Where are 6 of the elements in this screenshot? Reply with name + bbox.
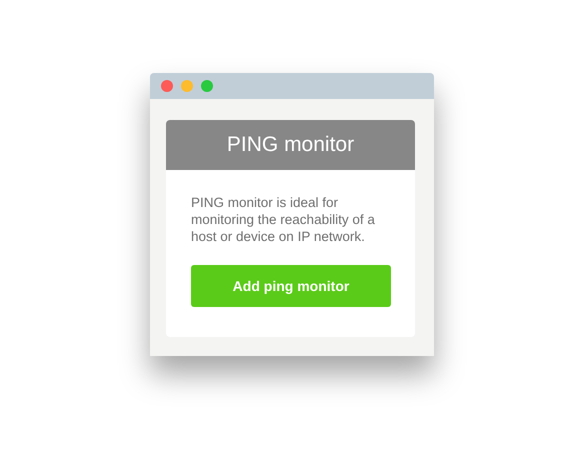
minimize-button[interactable] [181, 80, 193, 92]
description-text: PING monitor is ideal for monitoring the reachability of a host or device on IP network. [191, 194, 376, 245]
card-title: PING monitor [226, 133, 354, 157]
zoom-button[interactable] [201, 80, 213, 92]
add-ping-monitor-button[interactable]: Add ping monitor [191, 265, 391, 307]
close-button[interactable] [161, 80, 173, 92]
